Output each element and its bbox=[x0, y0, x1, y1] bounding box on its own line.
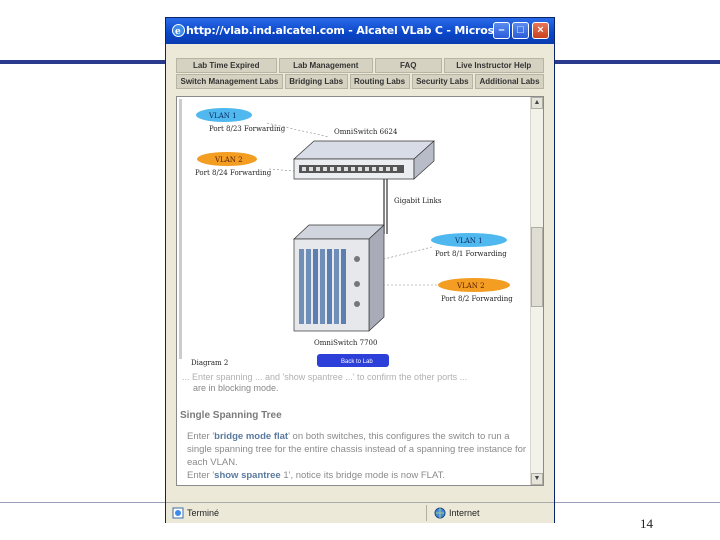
diagram-caption: Diagram 2 bbox=[191, 359, 228, 367]
omniswitch-7700-label: OmniSwitch 7700 bbox=[314, 339, 377, 347]
vlan-1-bottom-port: Port 8/1 Forwarding bbox=[435, 250, 507, 258]
blocking-mode-text: are in blocking mode. bbox=[193, 383, 279, 393]
minimize-button[interactable]: – bbox=[493, 22, 510, 39]
para2-prefix: Enter ' bbox=[187, 470, 215, 481]
close-button[interactable]: × bbox=[532, 22, 549, 39]
tab-lab-management[interactable]: Lab Management bbox=[278, 58, 373, 73]
nav-row-bottom: Switch Management Labs Bridging Labs Rou… bbox=[176, 74, 544, 89]
network-diagram: VLAN 1 Port 8/23 Forwarding VLAN 2 Port … bbox=[179, 99, 524, 371]
omniswitch-7700 bbox=[293, 224, 385, 332]
tab-bridging-labs[interactable]: Bridging Labs bbox=[284, 74, 348, 89]
tab-live-instructor-help[interactable]: Live Instructor Help bbox=[443, 58, 544, 73]
instruction-paragraph-1: Enter 'bridge mode flat' on both switche… bbox=[187, 430, 527, 469]
back-to-lab-label: Back to Lab bbox=[341, 359, 373, 365]
partial-text-line: ... Enter spanning ... and 'show spantre… bbox=[182, 372, 468, 382]
slide-page-number: 14 bbox=[640, 516, 653, 531]
bridge-mode-flat-command: bridge mode flat bbox=[214, 431, 289, 442]
status-text-zone: Internet bbox=[449, 508, 480, 518]
lab-navigation: Lab Time Expired Lab Management FAQ Live… bbox=[176, 58, 544, 90]
title-bar[interactable]: e http://vlab.ind.alcatel.com - Alcatel … bbox=[166, 18, 554, 44]
internet-zone-icon bbox=[434, 507, 446, 519]
tab-routing-labs[interactable]: Routing Labs bbox=[349, 74, 410, 89]
gigabit-links-label: Gigabit Links bbox=[394, 197, 442, 205]
vlan-2-bottom-label: VLAN 2 bbox=[456, 282, 485, 290]
browser-window: e http://vlab.ind.alcatel.com - Alcatel … bbox=[165, 17, 555, 523]
vlan-1-top-port: Port 8/23 Forwarding bbox=[209, 125, 286, 133]
slide-header-bar-left bbox=[0, 60, 168, 64]
internet-explorer-icon: e bbox=[172, 24, 185, 37]
svg-text:e: e bbox=[175, 27, 181, 37]
back-to-lab-button[interactable]: Back to Lab bbox=[317, 354, 389, 367]
slide-header-bar-right bbox=[553, 60, 720, 64]
section-heading: Single Spanning Tree bbox=[180, 410, 282, 421]
vlan-2-top-label: VLAN 2 bbox=[214, 156, 243, 164]
tab-faq[interactable]: FAQ bbox=[375, 58, 442, 73]
status-bar: Terminé Internet bbox=[166, 502, 554, 523]
vertical-scrollbar[interactable]: ▲ ▼ bbox=[530, 97, 543, 485]
nav-row-top: Lab Time Expired Lab Management FAQ Live… bbox=[176, 58, 544, 73]
maximize-button[interactable]: □ bbox=[512, 22, 529, 39]
vlan-1-bottom-label: VLAN 1 bbox=[454, 237, 483, 245]
diagram-canvas: VLAN 1 Port 8/23 Forwarding VLAN 2 Port … bbox=[179, 99, 524, 371]
omniswitch-6624-label: OmniSwitch 6624 bbox=[334, 128, 398, 136]
scroll-down-button[interactable]: ▼ bbox=[531, 473, 543, 485]
para2-suffix: 1', notice its bridge mode is now FLAT. bbox=[280, 470, 445, 481]
window-title: http://vlab.ind.alcatel.com - Alcatel VL… bbox=[186, 24, 494, 37]
vlan-2-top-port: Port 8/24 Forwarding bbox=[195, 169, 272, 177]
para1-prefix: Enter ' bbox=[187, 431, 215, 442]
tab-lab-time-expired[interactable]: Lab Time Expired bbox=[176, 58, 277, 73]
omniswitch-6624 bbox=[293, 140, 435, 180]
tab-switch-management-labs[interactable]: Switch Management Labs bbox=[176, 74, 283, 89]
tab-security-labs[interactable]: Security Labs bbox=[411, 74, 474, 89]
tab-additional-labs[interactable]: Additional Labs bbox=[475, 74, 544, 89]
instruction-paragraph-2: Enter 'show spantree 1', notice its brid… bbox=[187, 469, 527, 482]
vlan-1-top-label: VLAN 1 bbox=[208, 112, 237, 120]
status-divider bbox=[426, 505, 427, 521]
scroll-thumb[interactable] bbox=[531, 227, 543, 307]
scroll-up-button[interactable]: ▲ bbox=[531, 97, 543, 109]
page-content: VLAN 1 Port 8/23 Forwarding VLAN 2 Port … bbox=[176, 96, 544, 486]
show-spantree-command: show spantree bbox=[214, 470, 281, 481]
page-done-icon bbox=[172, 507, 184, 519]
status-text-done: Terminé bbox=[187, 508, 220, 518]
vlan-2-bottom-port: Port 8/2 Forwarding bbox=[441, 295, 513, 303]
